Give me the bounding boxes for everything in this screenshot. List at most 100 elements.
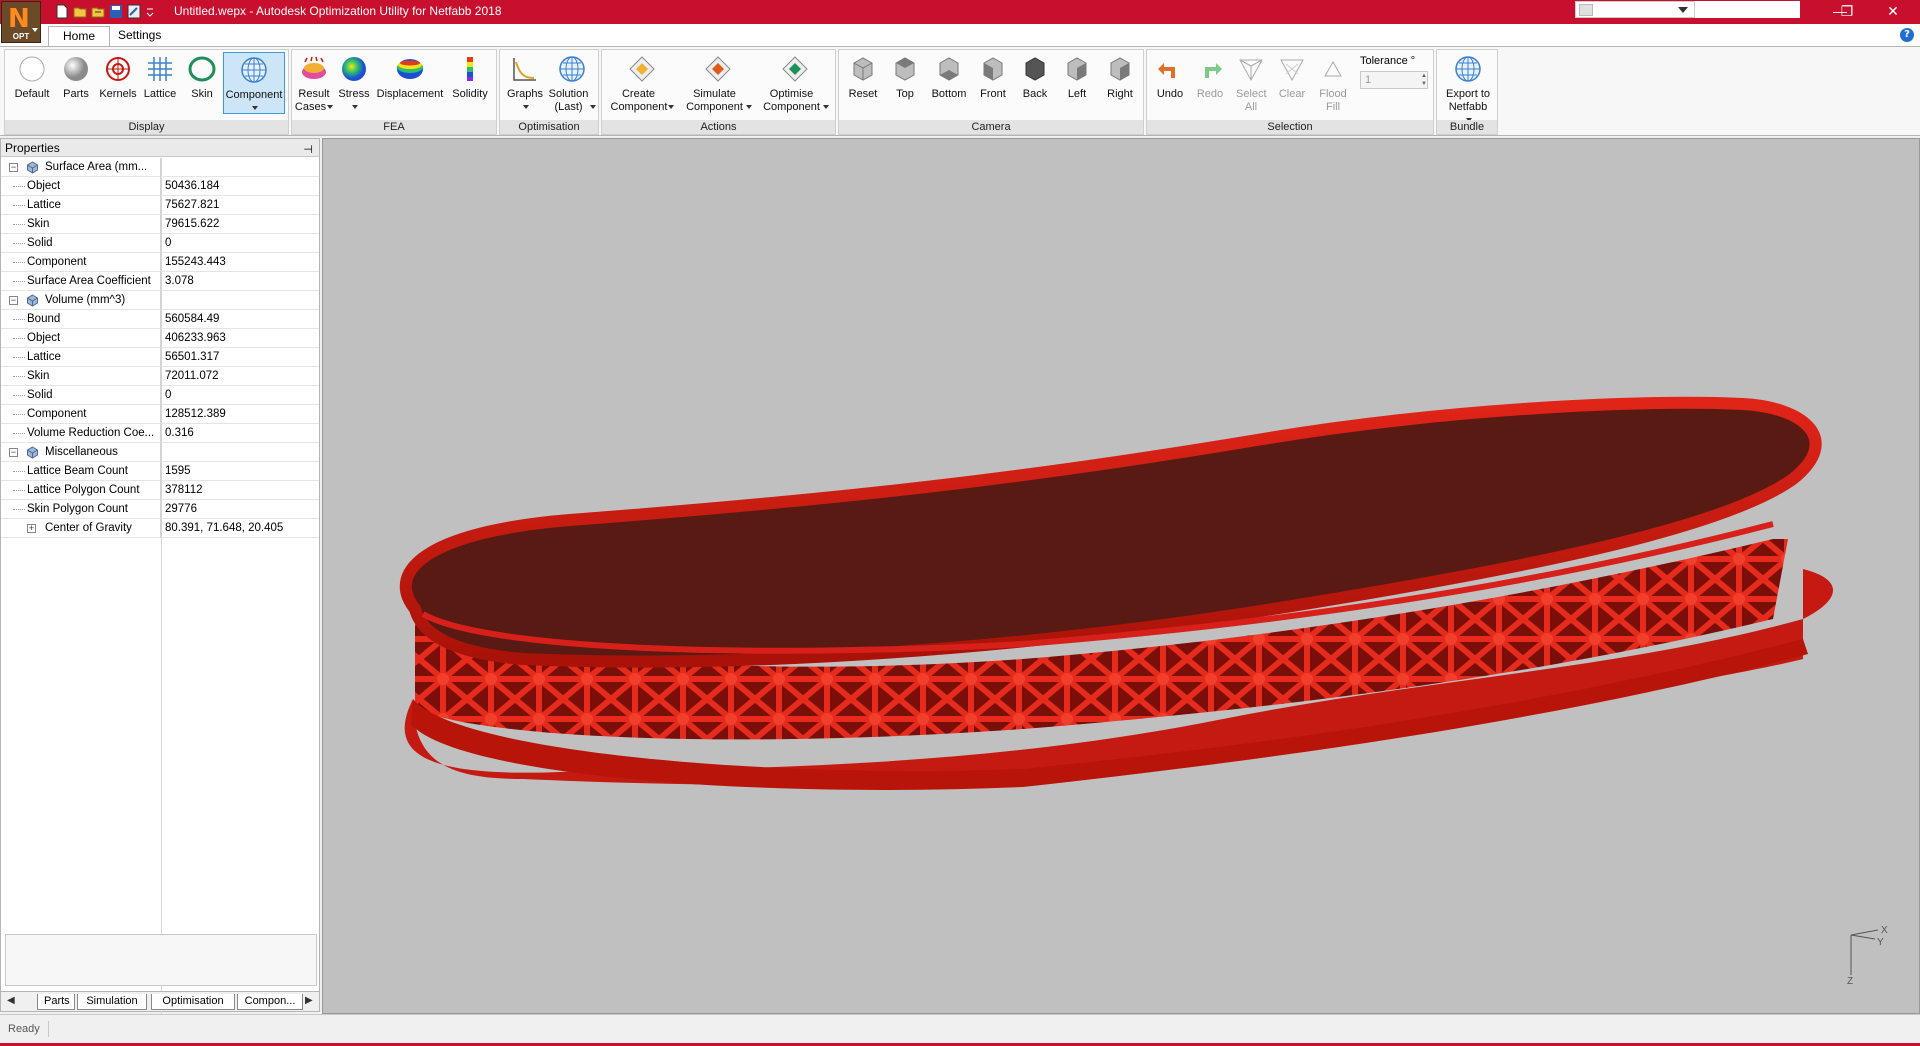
flood-fill-button[interactable]: Flood Fill — [1313, 54, 1353, 114]
tab-simulation[interactable]: Simulation — [77, 994, 147, 1010]
property-row[interactable]: Surface Area Coefficient 3.078 — [1, 272, 319, 291]
property-category[interactable]: − Surface Area (mm... — [1, 158, 319, 177]
property-row[interactable]: Solid 0 — [1, 234, 319, 253]
product-selector-dropdown[interactable] — [1575, 1, 1695, 18]
stress-button[interactable]: Stress — [334, 54, 374, 114]
property-row[interactable]: Object 406233.963 — [1, 329, 319, 348]
chevron-down-icon — [251, 106, 258, 111]
insole-lattice-model[interactable] — [323, 139, 1919, 1013]
tab-settings[interactable]: Settings — [104, 26, 175, 46]
property-value[interactable]: 378112 — [165, 481, 315, 500]
property-row[interactable]: Lattice 75627.821 — [1, 196, 319, 215]
property-value[interactable]: 0.316 — [165, 424, 315, 443]
property-value[interactable] — [165, 158, 315, 177]
property-value[interactable] — [165, 291, 315, 310]
property-value[interactable]: 79615.622 — [165, 215, 315, 234]
optimise-component-button[interactable]: Optimise Component — [758, 54, 832, 114]
create-component-button[interactable]: Create Component — [606, 54, 678, 114]
property-value[interactable]: 29776 — [165, 500, 315, 519]
property-value[interactable]: 406233.963 — [165, 329, 315, 348]
camera-reset-button[interactable]: Reset — [843, 54, 883, 101]
property-value[interactable]: 1595 — [165, 462, 315, 481]
solution-last-button[interactable]: Solution (Last) — [548, 54, 596, 114]
redo-button[interactable]: Redo — [1191, 54, 1229, 101]
tolerance-input[interactable]: 1 — [1360, 71, 1428, 89]
app-menu-button[interactable]: N OPT — [1, 1, 41, 43]
save-icon[interactable] — [109, 4, 123, 19]
property-value[interactable]: 72011.072 — [165, 367, 315, 386]
property-value[interactable]: 56501.317 — [165, 348, 315, 367]
property-category[interactable]: − Miscellaneous — [1, 443, 319, 462]
tree-connector — [13, 395, 25, 396]
title-search-input[interactable] — [1695, 1, 1800, 18]
collapse-icon[interactable]: − — [9, 163, 18, 172]
graphs-label: Graphs — [506, 88, 544, 100]
expand-icon[interactable]: + — [27, 524, 36, 533]
help-icon[interactable]: ? — [1900, 28, 1914, 42]
camera-front-button[interactable]: Front — [973, 54, 1013, 101]
3d-viewport[interactable]: X Y Z — [322, 138, 1920, 1014]
property-row[interactable]: Lattice 56501.317 — [1, 348, 319, 367]
camera-top-button[interactable]: Top — [885, 54, 925, 101]
property-value[interactable]: 155243.443 — [165, 253, 315, 272]
property-value[interactable]: 50436.184 — [165, 177, 315, 196]
property-row[interactable]: Bound 560584.49 — [1, 310, 319, 329]
undo-button[interactable]: Undo — [1151, 54, 1189, 101]
property-row[interactable]: Skin 72011.072 — [1, 367, 319, 386]
property-row[interactable]: Volume Reduction Coe... 0.316 — [1, 424, 319, 443]
property-row[interactable]: Skin Polygon Count 29776 — [1, 500, 319, 519]
select-all-button[interactable]: Select All — [1231, 54, 1271, 114]
graphs-button[interactable]: Graphs — [504, 54, 546, 114]
result-cases-button[interactable]: Result Cases — [294, 54, 334, 114]
collapse-icon[interactable]: − — [9, 448, 18, 457]
property-value[interactable]: 3.078 — [165, 272, 315, 291]
tab-component[interactable]: Compon... — [237, 994, 303, 1010]
property-value[interactable]: 560584.49 — [165, 310, 315, 329]
open-folder-icon[interactable] — [73, 4, 87, 19]
property-row[interactable]: Lattice Polygon Count 378112 — [1, 481, 319, 500]
display-component-button[interactable]: Component — [223, 52, 285, 114]
property-value[interactable]: 0 — [165, 234, 315, 253]
close-button[interactable]: ✕ — [1870, 0, 1916, 24]
customize-quick-access-icon[interactable] — [145, 4, 155, 19]
property-value[interactable] — [165, 443, 315, 462]
tab-scroll-left-icon[interactable]: ◀ — [7, 995, 15, 1006]
tolerance-stepper[interactable]: ▲ ▼ — [1420, 72, 1428, 88]
property-value[interactable]: 75627.821 — [165, 196, 315, 215]
save-as-icon[interactable] — [127, 4, 141, 19]
property-row[interactable]: + Center of Gravity 80.391, 71.648, 20.405 — [1, 519, 319, 538]
property-row[interactable]: Object 50436.184 — [1, 177, 319, 196]
tab-parts[interactable]: Parts — [37, 994, 75, 1010]
tab-optimisation[interactable]: Optimisation — [151, 994, 235, 1010]
property-value[interactable]: 0 — [165, 386, 315, 405]
camera-left-button[interactable]: Left — [1057, 54, 1097, 101]
property-row[interactable]: Component 128512.389 — [1, 405, 319, 424]
property-row[interactable]: Solid 0 — [1, 386, 319, 405]
restore-button[interactable]: ❐ — [1824, 0, 1870, 24]
property-value[interactable]: 80.391, 71.648, 20.405 — [165, 519, 315, 538]
tab-scroll-right-icon[interactable]: ▶ — [305, 995, 313, 1006]
displacement-button[interactable]: Displacement — [374, 54, 446, 101]
display-skin-button[interactable]: Skin — [181, 54, 223, 101]
camera-back-button[interactable]: Back — [1015, 54, 1055, 101]
new-file-icon[interactable] — [55, 4, 69, 19]
clear-selection-button[interactable]: Clear — [1273, 54, 1311, 101]
property-row[interactable]: Skin 79615.622 — [1, 215, 319, 234]
property-category[interactable]: − Volume (mm^3) — [1, 291, 319, 310]
display-kernels-button[interactable]: Kernels — [97, 54, 139, 101]
tab-home[interactable]: Home — [48, 26, 111, 46]
display-default-button[interactable]: Default — [9, 54, 55, 101]
display-lattice-button[interactable]: Lattice — [139, 54, 181, 101]
solidity-button[interactable]: Solidity — [446, 54, 494, 101]
collapse-icon[interactable]: − — [9, 296, 18, 305]
property-value[interactable]: 128512.389 — [165, 405, 315, 424]
pin-icon[interactable]: ⊣ — [303, 141, 313, 159]
open-recent-icon[interactable] — [91, 4, 105, 19]
simulate-component-button[interactable]: Simulate Component — [682, 54, 754, 114]
property-row[interactable]: Lattice Beam Count 1595 — [1, 462, 319, 481]
export-to-netfabb-button[interactable]: Export to Netfabb — [1441, 54, 1495, 127]
camera-bottom-button[interactable]: Bottom — [927, 54, 971, 101]
property-row[interactable]: Component 155243.443 — [1, 253, 319, 272]
display-parts-button[interactable]: Parts — [55, 54, 97, 101]
camera-right-button[interactable]: Right — [1099, 54, 1141, 101]
